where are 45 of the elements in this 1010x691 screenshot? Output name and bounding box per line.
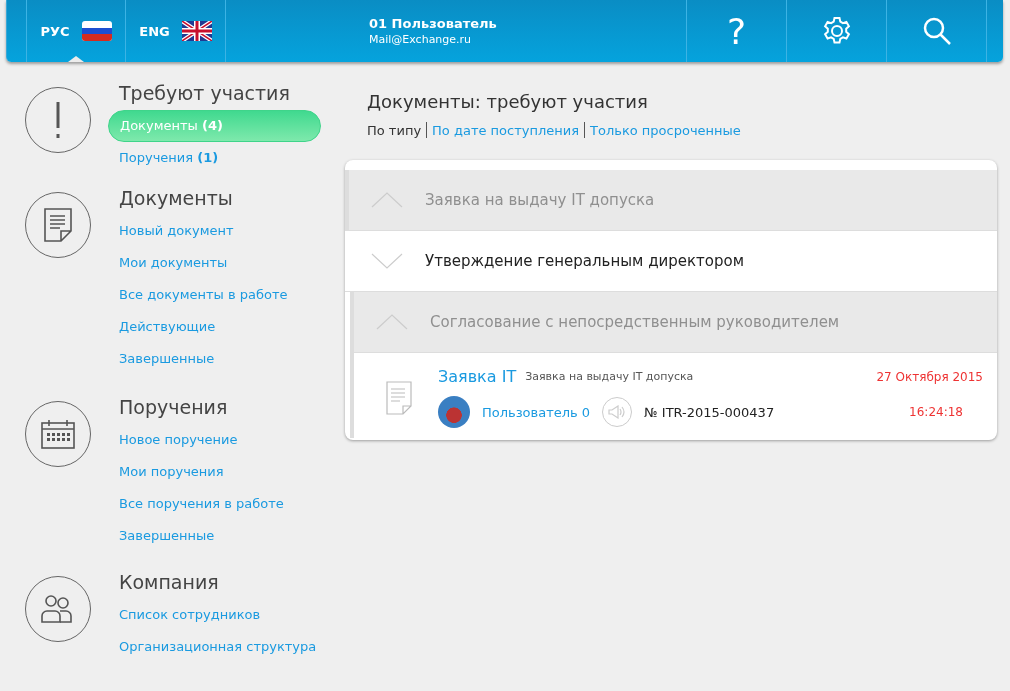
group-header[interactable]: Согласование с непосредственным руководителем xyxy=(354,292,997,353)
nav-link[interactable]: Действующие xyxy=(108,311,227,343)
help-button[interactable]: ? xyxy=(686,0,786,62)
flag-icon xyxy=(81,21,112,41)
group-header[interactable]: Утверждение генеральным директором xyxy=(345,231,997,292)
author-link[interactable]: Пользователь 0 xyxy=(482,404,591,420)
chevron-down-icon xyxy=(371,253,403,269)
nav-link[interactable]: Список сотрудников xyxy=(108,599,272,631)
page-title: Документы: требуют участия xyxy=(367,90,649,114)
people-icon xyxy=(41,594,75,624)
filter-link[interactable]: По дате поступления xyxy=(432,122,580,138)
chevron-up-icon xyxy=(376,314,408,330)
filter-link[interactable]: Только просроченные xyxy=(590,122,741,138)
section-title: Поручения xyxy=(119,395,228,420)
chevron-up-icon xyxy=(371,192,403,208)
avatar xyxy=(438,396,470,428)
nav-link[interactable]: Новое поручение xyxy=(108,424,249,456)
document-date: 27 Октября 2015 xyxy=(876,369,983,384)
document-description: Заявка на выдачу IT допуска xyxy=(525,370,695,383)
language-tab[interactable]: РУС xyxy=(26,0,125,62)
nav-link[interactable]: Мои поручения xyxy=(108,456,235,488)
nav-link[interactable]: Мои документы xyxy=(108,247,239,279)
user-email: Mail@Exchange.ru xyxy=(369,33,473,46)
nav-link[interactable]: Поручения (1) xyxy=(108,142,230,174)
document-icon xyxy=(386,380,412,415)
document-icon xyxy=(44,208,72,242)
document-time: 16:24:18 xyxy=(909,405,964,419)
section-title: Требуют участия xyxy=(119,81,290,106)
nav-link[interactable]: Все поручения в работе xyxy=(108,488,295,520)
nav-link[interactable]: Организационная структура xyxy=(108,631,328,663)
calendar-icon xyxy=(41,419,75,449)
nav-link[interactable]: Документы (4) xyxy=(108,110,321,142)
nav-link[interactable]: Все документы в работе xyxy=(108,279,299,311)
nav-link[interactable]: Завершенные xyxy=(108,520,226,552)
nav-link[interactable]: Новый документ xyxy=(108,215,245,247)
group-header[interactable]: Заявка на выдачу IT допуска xyxy=(345,170,997,231)
user-name: 01 Пользователь xyxy=(369,16,498,31)
document-number: № ITR-2015-000437 xyxy=(644,404,775,420)
section-title: Компания xyxy=(119,570,219,595)
language-tab[interactable]: ENG xyxy=(125,0,225,62)
document-type-link[interactable]: Заявка IT xyxy=(438,367,517,386)
nav-link[interactable]: Завершенные xyxy=(108,343,226,375)
filter-link[interactable]: По типу xyxy=(367,122,422,138)
section-title: Документы xyxy=(119,186,233,211)
flag-icon xyxy=(181,21,212,41)
